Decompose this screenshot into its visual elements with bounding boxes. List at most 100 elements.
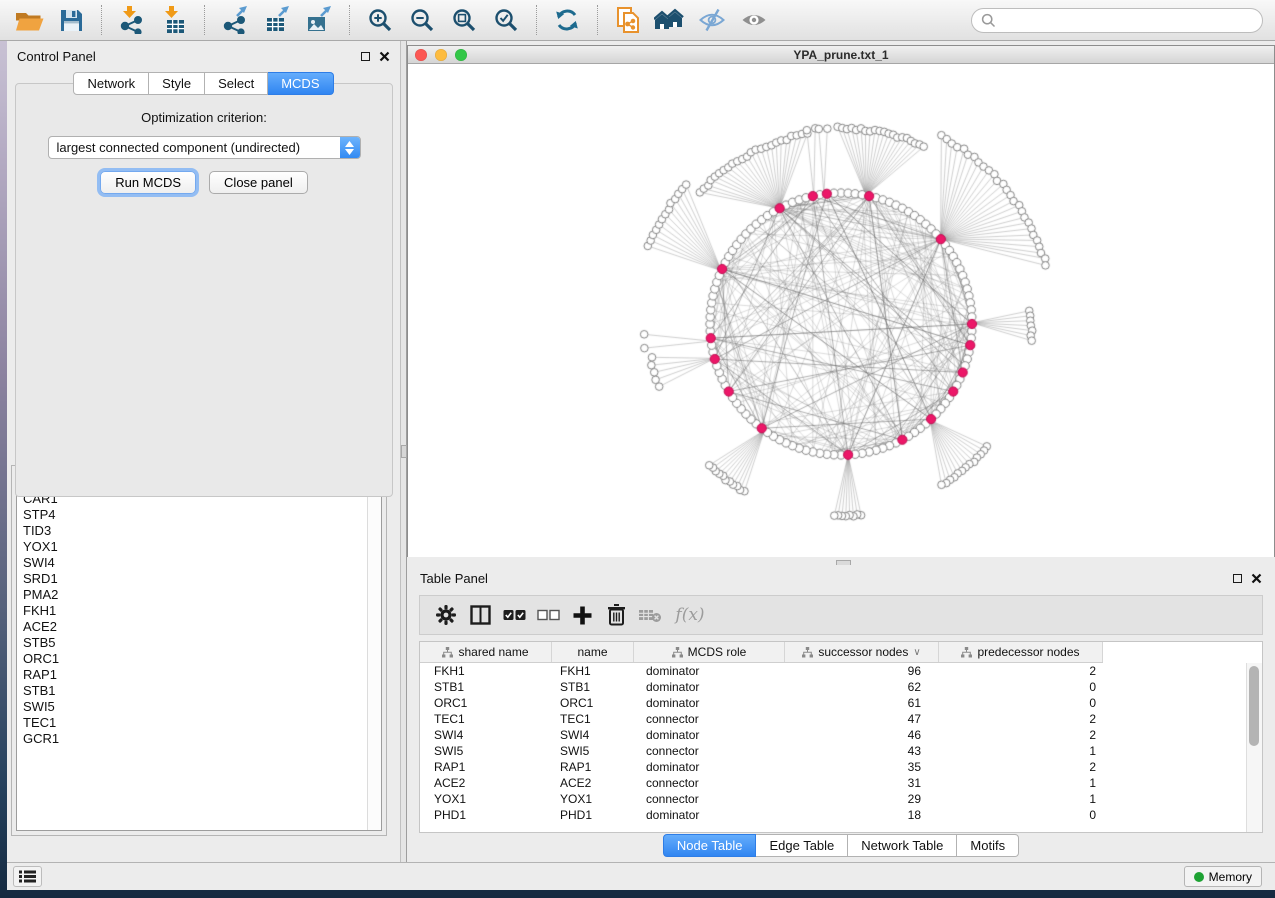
list-item[interactable]: ORC1 — [17, 651, 381, 667]
close-panel-button[interactable]: Close panel — [209, 171, 308, 194]
list-item[interactable]: YOX1 — [17, 539, 381, 555]
list-item[interactable]: STP4 — [17, 507, 381, 523]
list-item[interactable]: SRD1 — [17, 571, 381, 587]
export-image-button[interactable] — [301, 3, 337, 37]
toolbar-separator — [101, 5, 102, 35]
zoom-fit-button[interactable] — [446, 3, 482, 37]
table-row[interactable]: FKH1FKH1dominator962 — [420, 663, 1262, 679]
column-header-name[interactable]: name — [552, 642, 634, 662]
column-header-shared-name[interactable]: shared name — [420, 642, 552, 662]
tab-select[interactable]: Select — [205, 72, 268, 95]
cell: 29 — [785, 791, 939, 807]
table-row[interactable]: STB1STB1dominator620 — [420, 679, 1262, 695]
cell: ORC1 — [420, 695, 552, 711]
column-header-successor-nodes[interactable]: successor nodes∨ — [785, 642, 939, 662]
unchecked-boxes-icon — [537, 608, 560, 622]
mcds-result-list: PHD1CAR1STP4TID3YOX1SWI4SRD1PMA2FKH1ACE2… — [16, 474, 382, 831]
cell: 0 — [939, 807, 1103, 823]
tab-mcds[interactable]: MCDS — [268, 72, 333, 95]
cell: RAP1 — [420, 759, 552, 775]
list-item[interactable]: SWI4 — [17, 555, 381, 571]
list-item[interactable]: SWI5 — [17, 699, 381, 715]
zoom-out-button[interactable] — [404, 3, 440, 37]
float-panel-icon[interactable] — [1233, 574, 1242, 583]
function-builder-button[interactable]: f(x) — [668, 599, 712, 631]
save-session-button[interactable] — [53, 3, 89, 37]
zoom-in-icon — [367, 7, 394, 34]
table-row[interactable]: TEC1TEC1connector472 — [420, 711, 1262, 727]
list-item[interactable]: STB1 — [17, 683, 381, 699]
import-table-button[interactable] — [156, 3, 192, 37]
list-item[interactable]: RAP1 — [17, 667, 381, 683]
list-item[interactable]: TID3 — [17, 523, 381, 539]
export-network-button[interactable] — [217, 3, 253, 37]
table-row[interactable]: SWI4SWI4dominator462 — [420, 727, 1262, 743]
list-scrollbar[interactable] — [367, 475, 381, 830]
table-row[interactable]: PHD1PHD1dominator180 — [420, 807, 1262, 823]
overview-button[interactable] — [652, 3, 688, 37]
traffic-maximize-icon[interactable] — [455, 49, 467, 61]
clone-network-button[interactable] — [610, 3, 646, 37]
import-network-button[interactable] — [114, 3, 150, 37]
open-session-button[interactable] — [11, 3, 47, 37]
delete-column-button[interactable] — [600, 599, 632, 631]
close-panel-icon[interactable] — [379, 51, 390, 62]
vertical-splitter[interactable] — [400, 41, 407, 862]
column-header-MCDS-role[interactable]: MCDS role — [634, 642, 785, 662]
tab-network-table[interactable]: Network Table — [848, 834, 957, 857]
table-scrollbar[interactable] — [1246, 663, 1262, 832]
column-header-predecessor-nodes[interactable]: predecessor nodes — [939, 642, 1103, 662]
run-mcds-button[interactable]: Run MCDS — [100, 171, 196, 194]
list-item[interactable]: ACE2 — [17, 619, 381, 635]
table-row[interactable]: SWI5SWI5connector431 — [420, 743, 1262, 759]
sort-desc-icon: ∨ — [913, 647, 920, 658]
cell: YOX1 — [420, 791, 552, 807]
zoom-in-button[interactable] — [362, 3, 398, 37]
list-item[interactable]: FKH1 — [17, 603, 381, 619]
network-canvas[interactable] — [408, 64, 1274, 557]
split-columns-button[interactable] — [464, 599, 496, 631]
list-item[interactable]: STB5 — [17, 635, 381, 651]
export-table-button[interactable] — [259, 3, 295, 37]
tab-node-table[interactable]: Node Table — [663, 834, 757, 857]
table-row[interactable]: ORC1ORC1dominator610 — [420, 695, 1262, 711]
hierarchy-icon — [802, 647, 813, 658]
table-row[interactable]: YOX1YOX1connector291 — [420, 791, 1262, 807]
zoom-selected-button[interactable] — [488, 3, 524, 37]
select-all-button[interactable] — [498, 599, 530, 631]
list-item[interactable]: PMA2 — [17, 587, 381, 603]
table-row[interactable]: RAP1RAP1dominator352 — [420, 759, 1262, 775]
tab-motifs[interactable]: Motifs — [957, 834, 1019, 857]
table-row[interactable]: ACE2ACE2connector311 — [420, 775, 1262, 791]
tab-edge-table[interactable]: Edge Table — [756, 834, 848, 857]
tab-network[interactable]: Network — [73, 72, 149, 95]
zoom-out-icon — [409, 7, 436, 34]
cell: PHD1 — [552, 807, 634, 823]
table-settings-button[interactable] — [430, 599, 462, 631]
search-input[interactable] — [1001, 12, 1262, 29]
traffic-close-icon[interactable] — [415, 49, 427, 61]
cell: 1 — [939, 775, 1103, 791]
network-titlebar: YPA_prune.txt_1 — [408, 46, 1274, 64]
float-panel-icon[interactable] — [361, 52, 370, 61]
hide-details-button[interactable] — [694, 3, 730, 37]
list-item[interactable]: GCR1 — [17, 731, 381, 747]
delete-table-button[interactable] — [634, 599, 666, 631]
toolbar-separator — [349, 5, 350, 35]
criterion-dropdown[interactable]: largest connected component (undirected) — [48, 136, 361, 159]
memory-status-icon — [1194, 872, 1204, 882]
cell: SWI5 — [420, 743, 552, 759]
table-scrollbar-thumb[interactable] — [1249, 666, 1259, 746]
traffic-minimize-icon[interactable] — [435, 49, 447, 61]
deselect-all-button[interactable] — [532, 599, 564, 631]
create-column-button[interactable] — [566, 599, 598, 631]
list-item[interactable]: TEC1 — [17, 715, 381, 731]
memory-button[interactable]: Memory — [1184, 866, 1262, 887]
task-history-button[interactable] — [13, 866, 42, 887]
close-panel-icon[interactable] — [1251, 573, 1262, 584]
show-details-button[interactable] — [736, 3, 772, 37]
export-table-icon — [263, 6, 291, 34]
tab-style[interactable]: Style — [149, 72, 205, 95]
mcds-tab-content: Optimization criterion: largest connecte… — [15, 83, 393, 497]
refresh-button[interactable] — [549, 3, 585, 37]
